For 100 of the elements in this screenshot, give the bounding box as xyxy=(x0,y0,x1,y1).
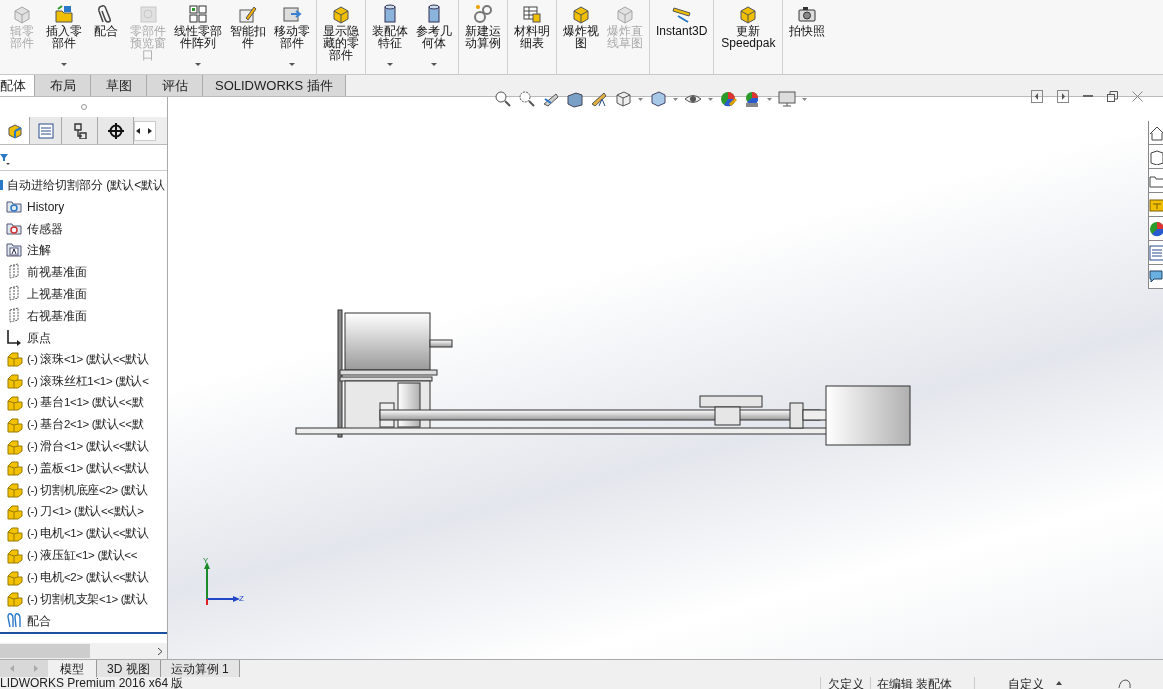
tile-left-icon[interactable] xyxy=(1031,90,1043,103)
tree-item[interactable]: (-) 基台1<1> (默认<<默 xyxy=(27,394,144,412)
caret-down-icon xyxy=(195,63,201,66)
chevron-right-icon[interactable] xyxy=(157,646,163,656)
toolbar-button[interactable]: 拍快照 xyxy=(785,0,830,74)
grid-icon xyxy=(188,4,208,24)
section-view-icon[interactable] xyxy=(566,90,584,108)
tree-item[interactable]: 传感器 xyxy=(27,219,63,238)
tile-right-icon[interactable] xyxy=(1057,90,1069,103)
panel-tab[interactable] xyxy=(98,117,134,144)
toolbar-button[interactable]: 材料明细表 xyxy=(510,0,554,74)
assembly-tree-icon xyxy=(6,122,23,139)
tree-item[interactable]: (-) 电机<2> (默认<<默认 xyxy=(27,568,149,587)
parts-library-icon xyxy=(1149,148,1163,165)
toolbar-button[interactable]: 移动零部件 xyxy=(270,0,314,74)
appearance-icon[interactable] xyxy=(719,90,737,108)
scrollbar-thumb[interactable] xyxy=(0,644,90,658)
tree-item[interactable]: 上视基准面 xyxy=(27,284,87,303)
status-field: 在编辑 装配体 xyxy=(870,677,974,689)
scene-icon[interactable] xyxy=(743,90,761,108)
ribbon-tab[interactable]: 配体 xyxy=(0,75,35,96)
axis-label: Z xyxy=(239,595,244,603)
toolbar-button[interactable]: 插入零部件 xyxy=(42,0,86,74)
toolbar-button[interactable]: 新建运动算例 xyxy=(461,0,505,74)
monitor-icon[interactable] xyxy=(778,90,796,108)
configuration-icon xyxy=(71,122,88,139)
bottom-tab[interactable]: 运动算例 1 xyxy=(160,660,240,677)
part-icon xyxy=(6,350,24,369)
restore-icon[interactable] xyxy=(1107,91,1118,102)
part-icon xyxy=(6,503,24,522)
tree-item[interactable]: (-) 液压缸<1> (默认<< xyxy=(27,547,138,565)
view-orientation-icon[interactable] xyxy=(614,90,632,108)
caret-down-icon xyxy=(387,63,393,66)
tree-item[interactable]: (-) 切割机底座<2> (默认 xyxy=(27,481,148,499)
zoom-area-icon[interactable] xyxy=(518,90,536,108)
task-pane-tab[interactable] xyxy=(1149,265,1163,289)
ribbon-tab[interactable]: 草图 xyxy=(91,75,147,96)
part-icon xyxy=(6,437,24,456)
box-icon xyxy=(615,4,635,24)
forum-icon xyxy=(1149,268,1163,285)
part-icon xyxy=(6,415,24,434)
gears-icon xyxy=(473,4,493,24)
toolbar-button[interactable]: 更新Speedpak xyxy=(716,0,781,74)
toolbar-button[interactable]: Instant3D xyxy=(652,0,712,74)
table-icon xyxy=(522,4,542,24)
assembly-icon xyxy=(0,177,4,192)
tree-item[interactable]: 前视基准面 xyxy=(27,263,87,282)
tree-item[interactable]: (-) 切割机支架<1> (默认 xyxy=(27,590,148,608)
ribbon-tab[interactable]: 布局 xyxy=(35,75,91,96)
ribbon-tab[interactable]: 评估 xyxy=(147,75,203,96)
tree-item[interactable]: (-) 盖板<1> (默认<<默认 xyxy=(27,459,149,478)
task-pane-tab[interactable] xyxy=(1149,145,1163,169)
tree-item[interactable]: 原点 xyxy=(27,328,51,347)
part-icon xyxy=(6,568,24,587)
tree-item[interactable]: History xyxy=(27,197,65,216)
folder-icon xyxy=(54,4,74,24)
tree-item[interactable]: (-) 滚珠丝杠1<1> (默认< xyxy=(27,372,149,390)
ribbon-tab[interactable]: SOLIDWORKS 插件 xyxy=(203,75,346,96)
tree-item[interactable]: (-) 滚珠<1> (默认<<默认 xyxy=(27,350,149,369)
crosshair-icon xyxy=(107,122,124,139)
part-icon xyxy=(6,546,24,565)
product-name: LIDWORKS Premium 2016 x64 版 xyxy=(0,676,185,689)
tree-item[interactable]: 自动进给切割部分 (默认<默认 xyxy=(7,175,166,194)
part-icon xyxy=(6,394,24,413)
horizontal-scrollbar[interactable] xyxy=(0,643,167,659)
home-icon xyxy=(1149,124,1163,141)
part-icon xyxy=(6,481,24,500)
tree-item[interactable]: 右视基准面 xyxy=(27,306,87,325)
toolbar-button[interactable]: 智能扣件 xyxy=(226,0,270,74)
tree-item[interactable]: 配合 xyxy=(27,612,51,631)
tree-item[interactable]: (-) 滑台<1> (默认<<默认 xyxy=(27,438,149,456)
annotation-folder-icon xyxy=(6,241,24,260)
box-icon xyxy=(12,4,32,24)
ruler-icon xyxy=(671,4,692,24)
camera-icon xyxy=(797,4,818,24)
dynamic-annotation-icon[interactable] xyxy=(590,90,608,108)
window-icon xyxy=(138,4,158,24)
zoom-fit-icon[interactable] xyxy=(494,90,512,108)
property-list-icon xyxy=(37,122,54,139)
close-icon[interactable] xyxy=(1132,91,1143,102)
tree-item[interactable]: (-) 基台2<1> (默认<<默 xyxy=(27,416,144,434)
toolbar-button[interactable]: 装配体特征 xyxy=(368,0,412,74)
tree-item[interactable]: 注解 xyxy=(27,241,51,260)
part-icon xyxy=(6,372,24,391)
caret-up-icon[interactable] xyxy=(1056,681,1062,685)
bottom-tab[interactable]: 3D 视图 xyxy=(97,660,161,677)
toolbar-button[interactable]: 爆炸视图 xyxy=(559,0,603,74)
toolbar-button[interactable]: 参考几何体 xyxy=(412,0,456,74)
task-pane-tab[interactable] xyxy=(1149,217,1163,241)
tree-item[interactable]: (-) 刀<1> (默认<<默认> xyxy=(27,503,144,521)
tree-item[interactable]: (-) 电机<1> (默认<<默认 xyxy=(27,525,149,543)
toolbar-button[interactable]: 显示隐藏的零部件 xyxy=(319,0,363,74)
toolbar-button[interactable]: 配合 xyxy=(86,0,126,74)
box-icon xyxy=(738,4,759,24)
caret-down-icon xyxy=(431,63,437,66)
part-icon xyxy=(6,590,24,609)
toolbox-icon xyxy=(1149,196,1163,213)
toolbar-button[interactable]: 线性零部件阵列 xyxy=(170,0,226,74)
caret-down-icon xyxy=(289,63,295,66)
display-style-icon[interactable] xyxy=(649,90,667,108)
